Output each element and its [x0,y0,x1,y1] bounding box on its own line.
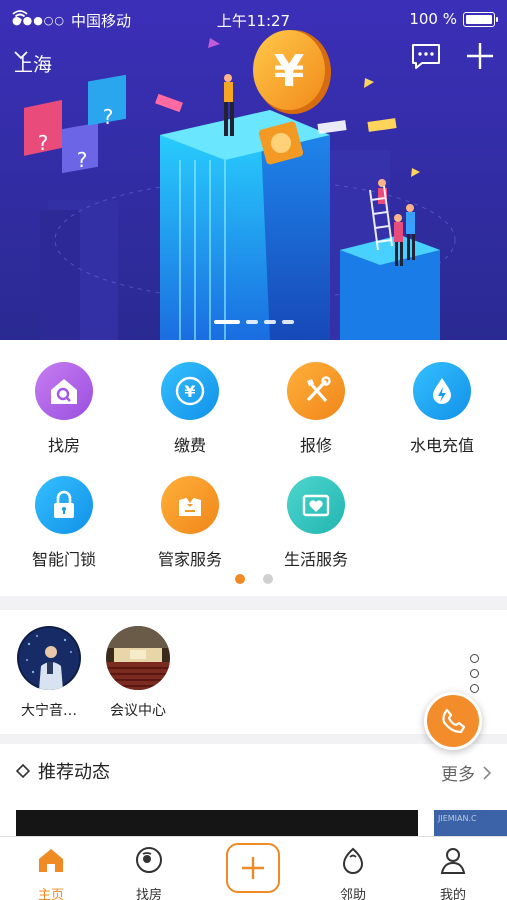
house-search-icon [35,362,93,420]
service-grid: 找房 ¥ 缴费 报修 水电充值 智能门锁 管家服务 生活服务 [0,340,507,596]
recommend-header: 推荐动态 更多 [0,744,507,796]
banner-dot[interactable] [245,320,258,324]
service-label: 报修 [299,436,332,455]
city-selector[interactable]: 上海 [14,50,52,77]
butler-icon [161,476,219,534]
diamond-icon [16,764,30,778]
service-label: 缴费 [173,436,206,455]
service-butler[interactable]: 管家服务 [135,476,245,570]
service-utility-recharge[interactable]: 水电充值 [387,362,497,456]
venue-name: 大宁音… [21,703,77,719]
recommend-more-link[interactable]: 更多 [441,760,491,785]
service-label: 智能门锁 [31,550,96,569]
venue-name: 会议中心 [110,703,166,719]
find-room-icon [136,847,162,873]
tab-home[interactable]: 主页 [11,845,91,900]
heart-box-icon [287,476,345,534]
more-options-icon[interactable] [470,654,479,693]
svg-text:¥: ¥ [184,382,195,401]
status-bar: ●●●○○ 中国移动 上午11:27 100 % [0,0,507,40]
svg-text:?: ? [38,131,49,155]
battery-info: 100 % [409,10,498,28]
recommend-title-text: 推荐动态 [38,762,110,783]
tab-find-room[interactable]: 找房 [109,845,189,900]
bottom-tab-bar: 主页 找房 邻助 我的 [0,836,507,900]
service-pagination [0,574,507,584]
message-icon[interactable] [410,40,442,72]
tab-label: 我的 [439,888,466,900]
recommend-title: 推荐动态 [16,758,110,784]
service-life[interactable]: 生活服务 [261,476,371,570]
banner-dot[interactable] [263,320,276,324]
banner-dot[interactable] [281,320,294,324]
service-label: 管家服务 [157,550,222,569]
venue-item[interactable]: 会议中心 [93,626,183,720]
home-icon [39,849,63,872]
hero-banner[interactable]: ¥ ? ? ? ●●●○○ 中国移动 上午11:27 100 % 上海 [0,0,507,340]
call-button[interactable] [424,692,482,750]
phone-icon [442,708,466,734]
tab-profile[interactable]: 我的 [413,845,493,900]
tab-add-button[interactable] [226,843,280,893]
battery-icon [463,11,498,27]
lock-icon [35,476,93,534]
chevron-right-icon [483,765,491,780]
yen-icon: ¥ [161,362,219,420]
page-dot[interactable] [234,574,245,584]
tab-label: 找房 [135,888,162,900]
recommend-section: 推荐动态 更多 JIEMIAN.C [0,744,507,850]
app-screen: ¥ ? ? ? ●●●○○ 中国移动 上午11:27 100 % 上海 找房 ¥… [0,0,507,900]
tab-label: 主页 [37,888,64,900]
chevron-down-icon [14,51,28,60]
service-find-house[interactable]: 找房 [9,362,119,456]
banner-dot[interactable] [213,320,240,324]
neighbor-help-icon [342,847,364,874]
top-nav: 上海 [0,40,507,84]
tools-icon [287,362,345,420]
profile-icon [440,848,466,874]
more-label: 更多 [441,765,475,785]
plus-icon [242,857,264,879]
service-label: 生活服务 [283,550,348,569]
banner-pagination [0,320,507,324]
tab-label: 邻助 [339,888,366,900]
svg-text:?: ? [77,148,88,172]
venue-avatar [106,626,170,690]
service-smart-lock[interactable]: 智能门锁 [9,476,119,570]
service-label: 找房 [47,436,80,455]
battery-percent: 100 % [409,10,457,28]
venue-avatar [17,626,81,690]
page-dot[interactable] [262,574,273,584]
add-icon[interactable] [464,40,496,72]
card-caption: JIEMIAN.C [438,814,477,823]
venue-item[interactable]: 大宁音… [4,626,94,720]
service-label: 水电充值 [409,436,474,455]
water-bolt-icon [413,362,471,420]
service-repair[interactable]: 报修 [261,362,371,456]
svg-text:?: ? [103,105,114,129]
tab-neighbor-help[interactable]: 邻助 [313,845,393,900]
service-payment[interactable]: ¥ 缴费 [135,362,245,456]
